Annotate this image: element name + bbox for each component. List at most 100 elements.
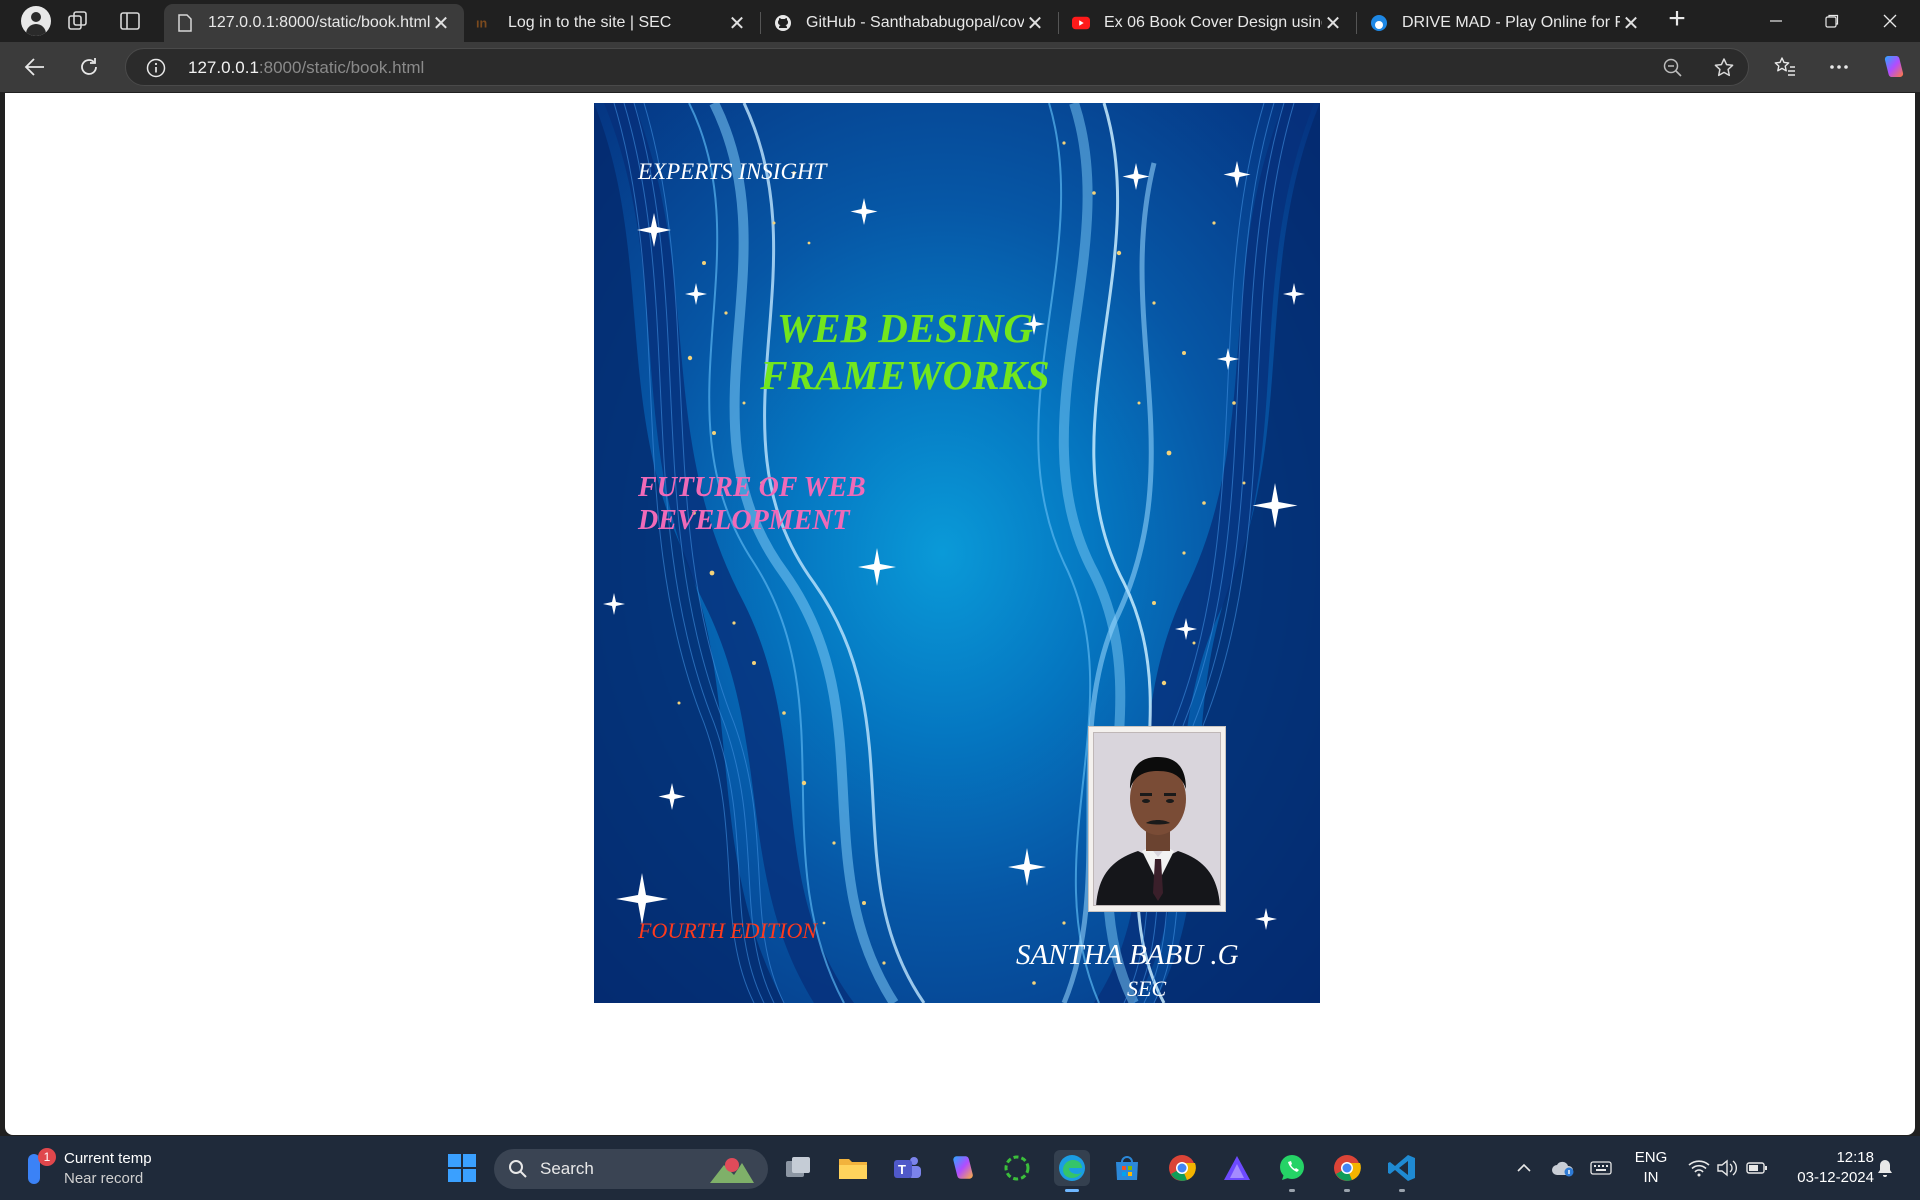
settings-more-button[interactable]	[1822, 50, 1856, 84]
cloud-icon	[1552, 1161, 1574, 1177]
svg-text:T: T	[898, 1162, 906, 1177]
task-view-icon	[786, 1157, 810, 1177]
tab-close-icon[interactable]: ✕	[726, 11, 748, 36]
language-code: ENG	[1634, 1149, 1668, 1166]
clock-date: 03-12-2024	[1797, 1169, 1874, 1186]
loading-app-button[interactable]	[999, 1150, 1035, 1186]
vscode-button[interactable]	[1384, 1150, 1420, 1192]
store-button[interactable]	[1109, 1150, 1145, 1186]
copilot-button[interactable]	[1876, 50, 1910, 84]
author-institution: SEC	[1127, 976, 1167, 1001]
address-bar[interactable]: 127.0.0.1:8000/static/book.html	[125, 48, 1749, 86]
wifi-icon	[1688, 1160, 1710, 1177]
vpn-triangle-icon	[1224, 1156, 1250, 1180]
author-portrait-image	[1094, 733, 1220, 905]
battery-tray[interactable]	[1742, 1136, 1772, 1200]
spinner-icon	[1004, 1155, 1030, 1181]
taskbar-search[interactable]: Search	[494, 1149, 768, 1189]
book-cover: EXPERTS INSIGHT WEB DESING FRAMEWORKS FU…	[594, 103, 1320, 1003]
tab-strip: 127.0.0.1:8000/static/book.html ✕ ın Log…	[0, 0, 1920, 42]
edition-label: FOURTH EDITION	[638, 918, 818, 943]
whatsapp-button[interactable]	[1274, 1150, 1310, 1192]
tab-title: 127.0.0.1:8000/static/book.html	[208, 14, 430, 31]
workspaces-icon	[68, 11, 87, 30]
start-button[interactable]	[444, 1150, 480, 1186]
favorites-list-icon	[1774, 57, 1795, 76]
more-dots-icon	[1830, 65, 1848, 69]
search-label: Search	[540, 1159, 594, 1178]
notifications-button[interactable]	[1870, 1136, 1900, 1200]
favorites-button[interactable]	[1768, 50, 1802, 84]
tab-sec-login[interactable]: ın Log in to the site | SEC ✕	[464, 4, 760, 42]
restore-icon	[1825, 14, 1839, 28]
chrome-icon	[1334, 1155, 1361, 1181]
zoom-out-icon[interactable]	[1662, 57, 1684, 84]
weather-detail: Near record	[64, 1170, 144, 1187]
book-subtitle: FUTURE OF WEB DEVELOPMENT	[638, 471, 866, 537]
volume-tray[interactable]	[1712, 1136, 1742, 1200]
restore-button[interactable]	[1804, 0, 1860, 42]
tab-book-html[interactable]: 127.0.0.1:8000/static/book.html ✕	[164, 4, 464, 42]
proton-vpn-button[interactable]	[1219, 1150, 1255, 1186]
bell-icon	[1878, 1160, 1892, 1177]
copilot-taskbar-button[interactable]	[944, 1150, 980, 1186]
chrome-button[interactable]	[1164, 1150, 1200, 1186]
reload-button[interactable]	[72, 50, 106, 84]
keyboard-icon	[1590, 1161, 1612, 1175]
workspaces-button[interactable]	[52, 0, 104, 42]
edge-button[interactable]	[1054, 1150, 1090, 1192]
tab-close-icon[interactable]: ✕	[1024, 11, 1046, 36]
speaker-icon	[1717, 1159, 1737, 1177]
language-indicator[interactable]: ENG IN	[1628, 1148, 1674, 1188]
vscode-icon	[1388, 1155, 1415, 1181]
author-name: SANTHA BABU .G	[1016, 939, 1239, 971]
back-button[interactable]	[18, 50, 52, 84]
task-view-button[interactable]	[780, 1150, 816, 1186]
chrome-icon	[1169, 1155, 1196, 1181]
author-photo	[1088, 726, 1226, 912]
close-window-button[interactable]	[1862, 0, 1918, 42]
site-info-icon[interactable]	[146, 58, 166, 83]
battery-icon	[1746, 1162, 1767, 1174]
series-label: EXPERTS INSIGHT	[638, 159, 827, 184]
weather-widget[interactable]: 1 Current temp Near record	[22, 1148, 162, 1190]
profile-avatar-icon	[21, 6, 51, 36]
page-viewport: EXPERTS INSIGHT WEB DESING FRAMEWORKS FU…	[5, 93, 1915, 1135]
notification-badge: 1	[38, 1148, 56, 1166]
teams-button[interactable]: T	[889, 1150, 925, 1186]
tab-title: GitHub - Santhababugopal/cover	[806, 14, 1024, 31]
document-icon	[176, 14, 194, 32]
show-hidden-icons-button[interactable]	[1508, 1136, 1540, 1200]
reload-icon	[81, 58, 97, 75]
chrome-profile-button[interactable]	[1329, 1150, 1365, 1192]
url-host: 127.0.0.1	[188, 58, 259, 77]
tab-close-icon[interactable]: ✕	[1322, 11, 1344, 36]
book-subtitle-line2: DEVELOPMENT	[638, 505, 850, 536]
copilot-icon	[953, 1156, 973, 1179]
tab-youtube[interactable]: Ex 06 Book Cover Design using D ✕	[1060, 4, 1356, 42]
favorite-star-icon[interactable]	[1712, 56, 1736, 85]
whatsapp-icon	[1280, 1155, 1304, 1180]
tab-divider	[760, 12, 761, 34]
keyboard-tray[interactable]	[1586, 1136, 1616, 1200]
minimize-icon	[1770, 20, 1782, 22]
minimize-button[interactable]	[1748, 0, 1804, 42]
svg-text:ın: ın	[476, 17, 487, 31]
back-arrow-icon	[24, 58, 44, 76]
url-path: :8000/static/book.html	[258, 58, 425, 77]
onedrive-tray[interactable]	[1548, 1136, 1578, 1200]
clock[interactable]: 12:18 03-12-2024	[1784, 1148, 1874, 1188]
tab-close-icon[interactable]: ✕	[430, 11, 452, 36]
url-text[interactable]: 127.0.0.1:8000/static/book.html	[188, 58, 424, 78]
weather-title: Current temp	[64, 1150, 152, 1167]
github-icon	[774, 14, 792, 32]
tab-close-icon[interactable]: ✕	[1620, 11, 1642, 36]
tab-github[interactable]: GitHub - Santhababugopal/cover ✕	[762, 4, 1058, 42]
wifi-tray[interactable]	[1684, 1136, 1714, 1200]
new-tab-button[interactable]: +	[1662, 4, 1692, 38]
book-title-line1: WEB DESING	[776, 305, 1034, 351]
vertical-tabs-button[interactable]	[104, 0, 156, 42]
file-explorer-button[interactable]	[835, 1150, 871, 1186]
site-logo-icon: ın	[476, 14, 494, 32]
tab-drive-mad[interactable]: DRIVE MAD - Play Online for Free ✕	[1358, 4, 1654, 42]
